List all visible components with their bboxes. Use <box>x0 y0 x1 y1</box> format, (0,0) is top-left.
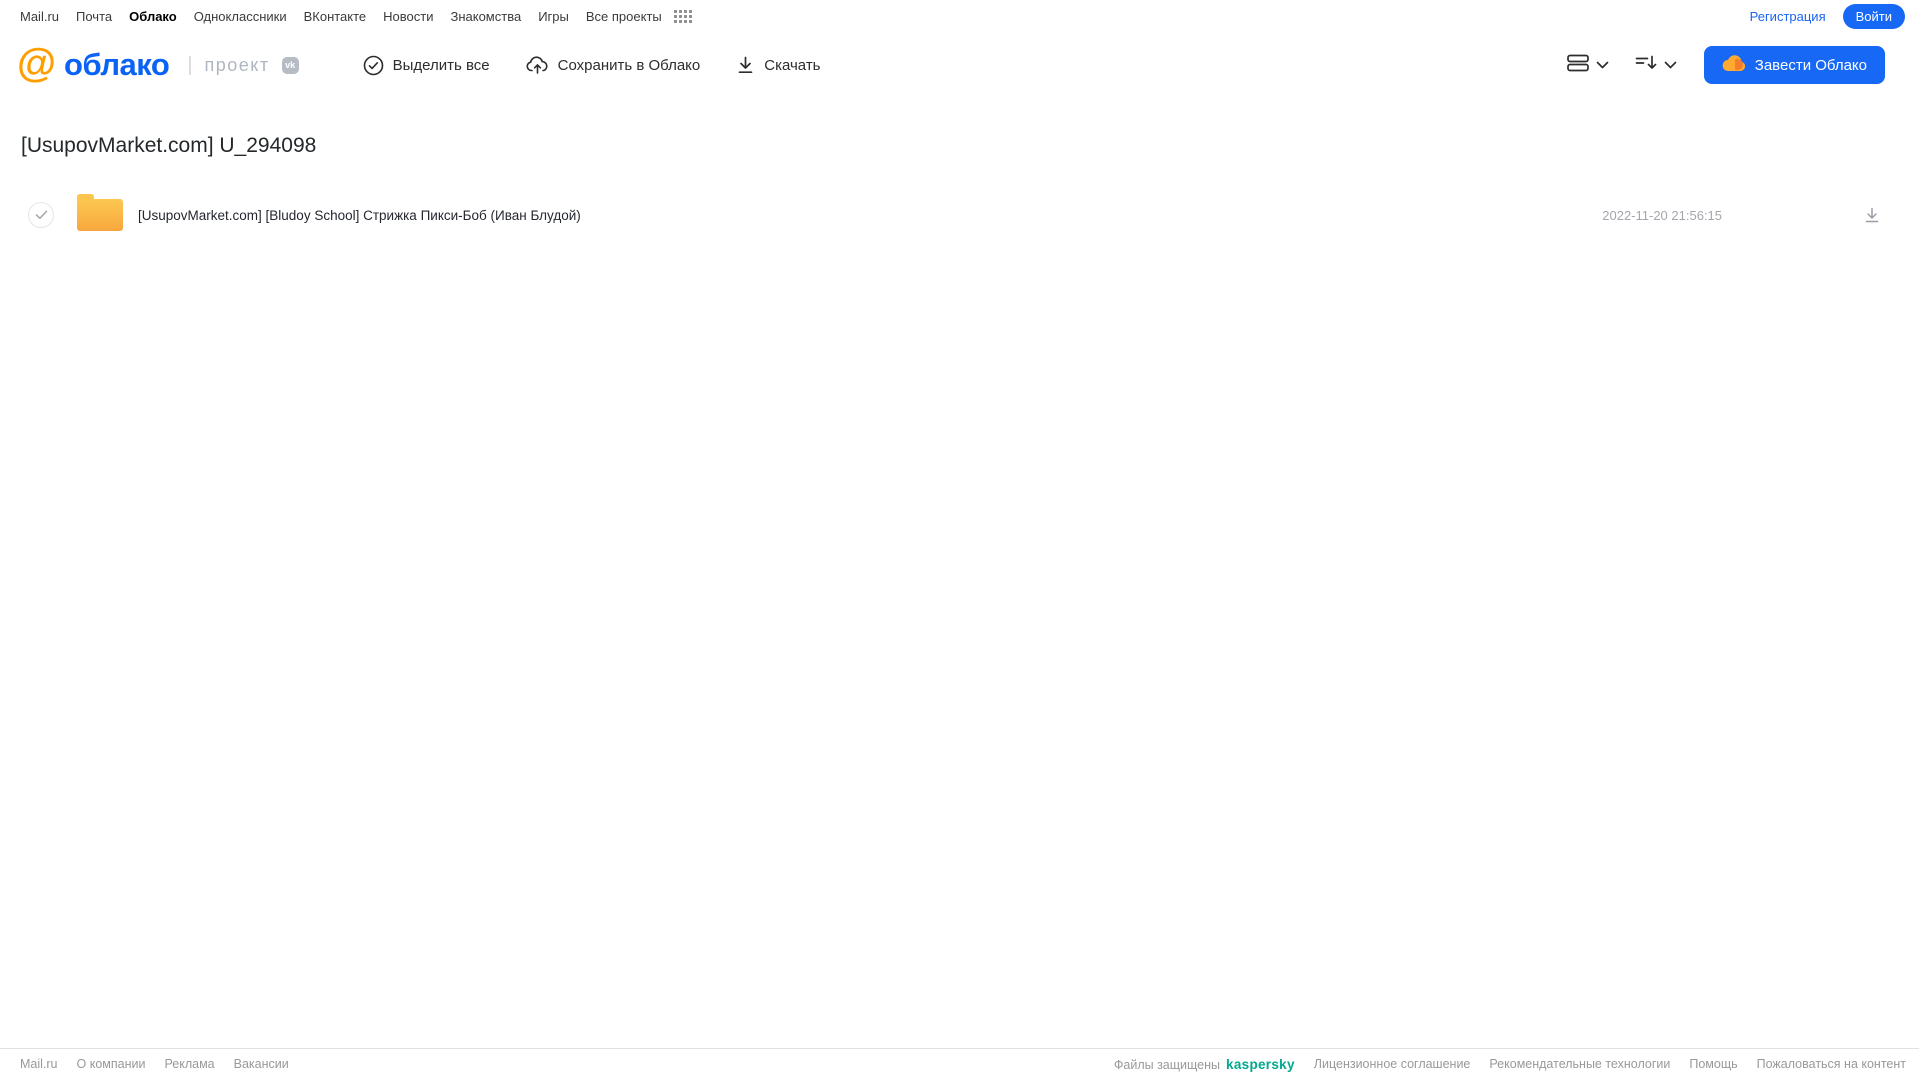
file-name[interactable]: [UsupovMarket.com] [Bludoy School] Стриж… <box>138 208 1602 223</box>
sort-icon <box>1634 52 1658 79</box>
logo-text: облако <box>64 47 170 82</box>
cloud-public-page: Mail.ru Почта Облако Одноклассники ВКонт… <box>0 0 1919 1079</box>
nav-mailru[interactable]: Mail.ru <box>20 9 59 24</box>
cloud-icon <box>1722 54 1746 76</box>
vk-icon: vk <box>281 56 299 74</box>
nav-odnoklassniki[interactable]: Одноклассники <box>194 9 287 24</box>
footer-report-link[interactable]: Пожаловаться на контент <box>1757 1057 1906 1071</box>
save-to-cloud-label: Сохранить в Облако <box>557 56 701 74</box>
footer-about-link[interactable]: О компании <box>77 1057 146 1071</box>
logo-divider: | <box>187 53 193 76</box>
select-all-label: Выделить все <box>392 56 490 74</box>
footer-recommendations-link[interactable]: Рекомендательные технологии <box>1489 1057 1670 1071</box>
cloud-logo[interactable]: @ облако | проект vk <box>17 43 299 83</box>
footer: Mail.ru О компании Реклама Вакансии Файл… <box>0 1048 1919 1079</box>
nav-pochta[interactable]: Почта <box>76 9 112 24</box>
footer-left-links: Mail.ru О компании Реклама Вакансии <box>20 1057 289 1071</box>
page-title: [UsupovMarket.com] U_294098 <box>21 134 317 157</box>
portal-nav: Mail.ru Почта Облако Одноклассники ВКонт… <box>0 0 1919 32</box>
select-all-button[interactable]: Выделить все <box>363 55 490 76</box>
footer-right-links: Файлы защищены kaspersky Лицензионное со… <box>1114 1057 1906 1072</box>
nav-vkontakte[interactable]: ВКонтакте <box>304 9 367 24</box>
protected-label: Файлы защищены <box>1113 1057 1221 1072</box>
project-label: проект <box>204 54 270 75</box>
kaspersky-logo[interactable]: kaspersky <box>1226 1057 1295 1072</box>
view-controls: Завести Облако <box>1564 46 1885 84</box>
apps-grid-icon[interactable] <box>673 9 692 23</box>
row-checkbox[interactable] <box>28 202 54 228</box>
chevron-down-icon <box>1596 56 1609 74</box>
view-mode-dropdown[interactable] <box>1564 50 1611 81</box>
header: @ облако | проект vk Выделить все Сохран… <box>0 36 1919 94</box>
chevron-down-icon <box>1664 56 1677 74</box>
download-icon <box>736 55 755 75</box>
nav-all-projects[interactable]: Все проекты <box>586 9 662 24</box>
footer-ads-link[interactable]: Реклама <box>164 1057 214 1071</box>
row-download-icon[interactable] <box>1863 206 1881 224</box>
file-date: 2022-11-20 21:56:15 <box>1602 207 1722 223</box>
registration-link[interactable]: Регистрация <box>1750 9 1826 24</box>
create-cloud-label: Завести Облако <box>1754 56 1867 74</box>
action-toolbar: Выделить все Сохранить в Облако Скачать <box>363 55 821 76</box>
folder-icon <box>77 194 123 231</box>
mailru-at-icon: @ <box>17 41 57 85</box>
footer-mailru-link[interactable]: Mail.ru <box>20 1057 58 1071</box>
file-row[interactable]: [UsupovMarket.com] [Bludoy School] Стриж… <box>20 194 1899 235</box>
footer-jobs-link[interactable]: Вакансии <box>234 1057 289 1071</box>
main-content: [UsupovMarket.com] U_294098 [UsupovMarke… <box>0 134 1919 235</box>
check-circle-icon <box>363 55 384 76</box>
login-button[interactable]: Войти <box>1842 3 1905 29</box>
nav-oblako[interactable]: Облако <box>129 9 177 24</box>
nav-igry[interactable]: Игры <box>538 9 569 24</box>
footer-help-link[interactable]: Помощь <box>1689 1057 1737 1071</box>
footer-license-link[interactable]: Лицензионное соглашение <box>1314 1057 1471 1071</box>
nav-znakomstva[interactable]: Знакомства <box>450 9 521 24</box>
sort-dropdown[interactable] <box>1632 50 1679 81</box>
kaspersky-protection: Файлы защищены kaspersky <box>1114 1057 1295 1072</box>
create-cloud-button[interactable]: Завести Облако <box>1703 46 1885 84</box>
cloud-upload-icon <box>526 55 549 76</box>
nav-novosti[interactable]: Новости <box>383 9 433 24</box>
list-view-icon <box>1566 52 1590 79</box>
download-label: Скачать <box>764 56 821 74</box>
save-to-cloud-button[interactable]: Сохранить в Облако <box>526 55 701 76</box>
download-button[interactable]: Скачать <box>736 55 821 75</box>
